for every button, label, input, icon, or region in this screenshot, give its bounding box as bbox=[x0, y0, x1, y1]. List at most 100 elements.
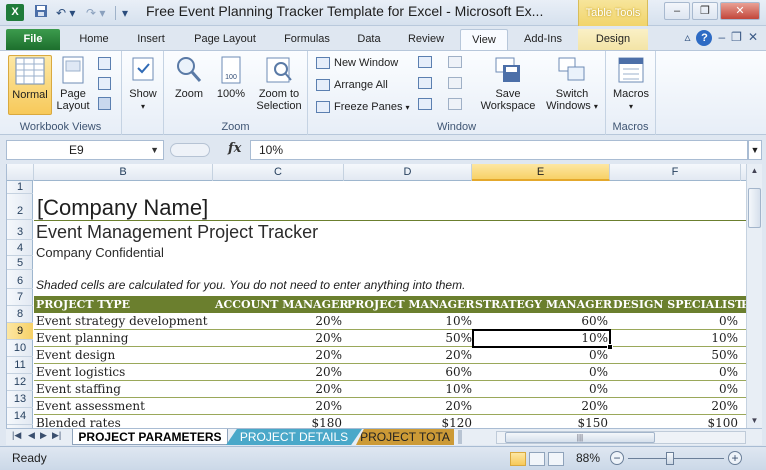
horizontal-scrollbar[interactable]: ||| bbox=[496, 431, 746, 444]
strategy-manager-cell[interactable]: 20% bbox=[474, 398, 608, 414]
row-header[interactable]: 3 bbox=[7, 220, 33, 240]
freeze-panes-button[interactable]: Freeze Panes ▾ bbox=[316, 97, 410, 117]
insert-function-icon[interactable]: fx bbox=[228, 141, 241, 156]
row-header[interactable]: 10 bbox=[7, 340, 33, 357]
tab-file[interactable]: File bbox=[6, 29, 60, 50]
row-header[interactable]: 1 bbox=[7, 181, 33, 194]
row-header-selected[interactable]: 9 bbox=[7, 323, 33, 340]
save-icon[interactable] bbox=[34, 4, 48, 22]
project-type-cell[interactable]: Event logistics bbox=[36, 364, 125, 380]
header-strategy-manager[interactable]: STRATEGY MANAGER bbox=[475, 296, 612, 313]
sheet-tab-project-parameters[interactable]: PROJECT PARAMETERS bbox=[72, 429, 228, 445]
name-box[interactable]: E9 ▼ bbox=[6, 140, 164, 160]
project-manager-cell[interactable]: 20% bbox=[344, 398, 472, 414]
workbook-close-icon[interactable]: ✕ bbox=[748, 30, 758, 46]
normal-view-status-icon[interactable] bbox=[510, 452, 526, 466]
full-screen-icon[interactable] bbox=[98, 97, 111, 110]
horizontal-scroll-thumb[interactable]: ||| bbox=[505, 432, 655, 443]
project-manager-cell[interactable]: 20% bbox=[344, 347, 472, 363]
select-all-corner[interactable] bbox=[7, 164, 34, 181]
arrange-all-button[interactable]: Arrange All bbox=[316, 75, 388, 95]
strategy-manager-cell[interactable]: 0% bbox=[474, 381, 608, 397]
tab-add-ins[interactable]: Add-Ins bbox=[516, 29, 570, 50]
header-account-manager[interactable]: ACCOUNT MANAGER bbox=[215, 296, 349, 313]
strategy-manager-cell[interactable]: 0% bbox=[474, 347, 608, 363]
strategy-manager-cell[interactable]: $150 bbox=[474, 415, 608, 428]
account-manager-cell[interactable]: 20% bbox=[214, 381, 342, 397]
normal-view-button[interactable]: Normal bbox=[8, 55, 52, 115]
page-break-status-icon[interactable] bbox=[548, 452, 564, 466]
page-break-preview-icon[interactable] bbox=[98, 57, 111, 70]
strategy-manager-cell[interactable]: 60% bbox=[474, 313, 608, 329]
row-header[interactable]: 8 bbox=[7, 306, 33, 323]
tab-formulas[interactable]: Formulas bbox=[276, 29, 338, 50]
row-header[interactable]: 6 bbox=[7, 270, 33, 289]
account-manager-cell[interactable]: 20% bbox=[214, 364, 342, 380]
column-header-f[interactable]: F bbox=[610, 164, 741, 181]
project-type-cell[interactable]: Blended rates bbox=[36, 415, 121, 428]
header-project-type[interactable]: PROJECT TYPE bbox=[36, 296, 130, 313]
zoom-slider-track[interactable] bbox=[628, 458, 724, 459]
tab-data[interactable]: Data bbox=[348, 29, 390, 50]
account-manager-cell[interactable]: 20% bbox=[214, 330, 342, 346]
tab-page-layout[interactable]: Page Layout bbox=[186, 29, 264, 50]
row-header[interactable]: 11 bbox=[7, 357, 33, 374]
sheet-tab-project-details[interactable]: PROJECT DETAILS bbox=[226, 429, 362, 445]
design-specialist-cell[interactable]: 10% bbox=[610, 330, 738, 346]
sheet-tab-project-totals[interactable]: PROJECT TOTA bbox=[356, 429, 454, 445]
confidential-cell[interactable]: Company Confidential bbox=[36, 245, 164, 260]
design-specialist-cell[interactable]: $100 bbox=[610, 415, 738, 428]
restore-button[interactable]: ❐ bbox=[692, 2, 718, 20]
header-design-specialist[interactable]: DESIGN SPECIALIST bbox=[613, 296, 743, 313]
row-header[interactable]: 12 bbox=[7, 374, 33, 391]
project-manager-cell[interactable]: 10% bbox=[344, 313, 472, 329]
company-name-cell[interactable]: [Company Name] bbox=[37, 195, 208, 221]
tracker-title-cell[interactable]: Event Management Project Tracker bbox=[36, 222, 318, 243]
project-manager-cell[interactable]: 50% bbox=[344, 330, 472, 346]
hide-icon[interactable] bbox=[418, 77, 432, 89]
project-manager-cell[interactable]: $120 bbox=[344, 415, 472, 428]
design-specialist-cell[interactable]: 50% bbox=[610, 347, 738, 363]
zoom-level[interactable]: 88% bbox=[576, 451, 600, 465]
project-manager-cell[interactable]: 60% bbox=[344, 364, 472, 380]
row-header[interactable]: 7 bbox=[7, 289, 33, 306]
close-button[interactable]: ✕ bbox=[720, 2, 760, 20]
column-header-d[interactable]: D bbox=[344, 164, 472, 181]
design-specialist-cell[interactable]: 20% bbox=[610, 398, 738, 414]
note-cell[interactable]: Shaded cells are calculated for you. You… bbox=[36, 278, 465, 292]
page-layout-status-icon[interactable] bbox=[529, 452, 545, 466]
page-layout-view-button[interactable]: Page Layout bbox=[54, 55, 92, 115]
design-specialist-cell[interactable]: 0% bbox=[610, 364, 738, 380]
row-header[interactable]: 5 bbox=[7, 256, 33, 270]
expand-formula-bar-icon[interactable]: ▼ bbox=[748, 140, 762, 160]
minimize-button[interactable]: – bbox=[664, 2, 690, 20]
show-button[interactable]: Show ▾ bbox=[126, 55, 160, 115]
macros-button[interactable]: Macros ▾ bbox=[610, 55, 652, 115]
strategy-manager-cell[interactable]: 0% bbox=[474, 364, 608, 380]
zoom-in-icon[interactable]: + bbox=[728, 451, 742, 465]
customize-quick-access-icon[interactable]: ▾ bbox=[122, 4, 128, 22]
last-sheet-icon[interactable]: ▶| bbox=[52, 430, 61, 441]
prev-sheet-icon[interactable]: ◀ bbox=[28, 430, 35, 441]
next-sheet-icon[interactable]: ▶ bbox=[40, 430, 47, 441]
name-box-dropdown-icon[interactable]: ▼ bbox=[150, 141, 159, 159]
project-type-cell[interactable]: Event assessment bbox=[36, 398, 145, 414]
scroll-up-arrow-icon[interactable]: ▲ bbox=[747, 164, 762, 178]
vertical-scrollbar[interactable]: ▲ ▼ bbox=[746, 164, 762, 428]
zoom-slider-knob[interactable] bbox=[666, 452, 674, 465]
row-header[interactable]: 13 bbox=[7, 391, 33, 408]
switch-windows-button[interactable]: Switch Windows ▾ bbox=[542, 55, 602, 115]
reset-window-position-icon[interactable] bbox=[448, 98, 462, 110]
excel-app-icon[interactable]: X bbox=[6, 4, 24, 21]
unhide-icon[interactable] bbox=[418, 98, 432, 110]
view-side-by-side-icon[interactable] bbox=[448, 56, 462, 68]
workbook-minimize-icon[interactable]: – bbox=[718, 30, 725, 46]
tab-design[interactable]: Design bbox=[578, 29, 648, 50]
workbook-restore-icon[interactable]: ❐ bbox=[731, 30, 742, 46]
vertical-scroll-thumb[interactable] bbox=[748, 188, 761, 228]
project-type-cell[interactable]: Event planning bbox=[36, 330, 128, 346]
tab-review[interactable]: Review bbox=[400, 29, 452, 50]
row-header[interactable]: 14 bbox=[7, 408, 33, 425]
save-workspace-button[interactable]: Save Workspace bbox=[476, 55, 540, 115]
account-manager-cell[interactable]: 20% bbox=[214, 313, 342, 329]
